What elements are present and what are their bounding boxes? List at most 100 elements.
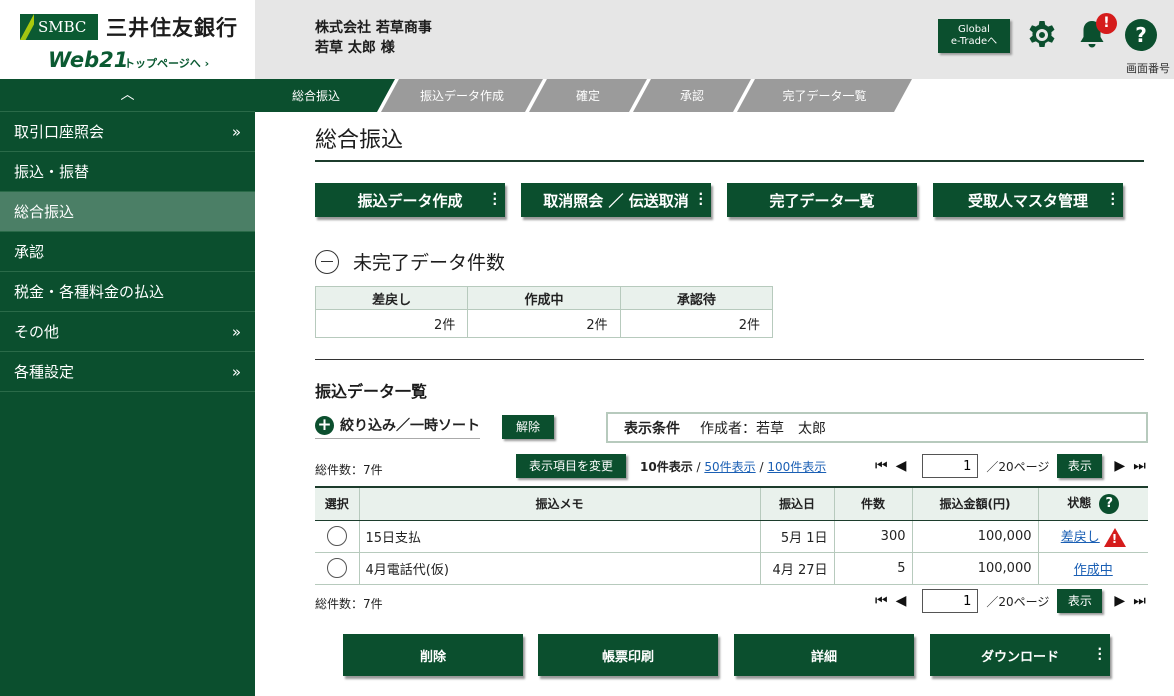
transfer-data-table: 選択 振込メモ 振込日 件数 振込金額(円) 状態? 15日支払 5月 1日 3…: [315, 486, 1148, 585]
global-etrade-button[interactable]: Global e-Tradeへ: [938, 19, 1010, 53]
global-btn-line1: Global: [958, 24, 990, 35]
help-icon[interactable]: ?: [1125, 19, 1157, 51]
page-show-button[interactable]: 表示: [1057, 454, 1103, 478]
sidebar-item-label: その他: [14, 323, 60, 341]
chevron-right-icon: »: [231, 362, 241, 381]
download-button[interactable]: ダウンロード · · ·: [930, 634, 1110, 676]
col-memo: 振込メモ: [358, 486, 760, 521]
status-header-label: 状態: [1067, 495, 1092, 510]
sidebar-item-label: 総合振込: [14, 203, 75, 221]
count-in-progress: 2件: [467, 309, 621, 338]
incomplete-count-table: 差戻し 作成中 承認待 2件 2件 2件: [314, 286, 774, 338]
prev-page-icon[interactable]: ◀: [896, 458, 907, 474]
sidebar-collapse-toggle[interactable]: ︿: [0, 79, 255, 112]
more-icon: · · ·: [492, 187, 497, 211]
help-icon[interactable]: ?: [1099, 493, 1120, 514]
row-radio[interactable]: [326, 558, 347, 578]
sidebar-item-label: 各種設定: [14, 363, 75, 381]
sidebar-item-bulk-transfer[interactable]: 総合振込: [0, 192, 255, 232]
first-page-icon[interactable]: ⏮: [875, 593, 888, 609]
bank-name: 三井住友銀行: [106, 16, 238, 40]
more-icon: · · ·: [698, 187, 703, 211]
chevron-right-icon: »: [231, 322, 241, 341]
divider: [315, 359, 1144, 360]
payee-master-button[interactable]: 受取人マスタ管理 · · ·: [933, 183, 1123, 217]
details-button[interactable]: 詳細: [734, 634, 914, 676]
button-label: ダウンロード: [980, 649, 1059, 665]
status-link[interactable]: 作成中: [1074, 563, 1113, 578]
step-create-data: 振込データ作成: [381, 79, 543, 112]
table-row[interactable]: 4月電話代(仮) 4月 27日 5 100,000 作成中: [315, 552, 1148, 585]
conditions-value: 作成者：若草 太郎: [700, 420, 826, 437]
print-report-button[interactable]: 帳票印刷: [538, 634, 718, 676]
global-btn-line2: e-Tradeへ: [950, 36, 998, 47]
per-page-100-link[interactable]: 100件表示: [767, 460, 826, 474]
more-icon: · · ·: [1110, 187, 1115, 211]
total-count-top: 総件数：7件: [315, 463, 383, 477]
page-number-input[interactable]: [922, 589, 979, 613]
collapse-minus-icon[interactable]: [315, 249, 339, 274]
header-returned: 差戻し: [314, 286, 469, 310]
sidebar-item-approval[interactable]: 承認: [0, 232, 255, 272]
top-page-link[interactable]: トップページへ ›: [124, 55, 209, 71]
prev-page-icon[interactable]: ◀: [896, 593, 907, 609]
page-total: ／20ページ: [986, 594, 1050, 609]
page-title: 総合振込: [315, 128, 404, 153]
step-approve: 承認: [633, 79, 751, 112]
first-page-icon[interactable]: ⏮: [875, 458, 888, 474]
screen-number-label: 画面番号: [1126, 62, 1170, 75]
last-page-icon[interactable]: ⏭: [1133, 458, 1146, 474]
sidebar-item-label: 承認: [14, 243, 45, 261]
pagination-top: ⏮ ◀ ／20ページ 表示 ▶ ⏭: [875, 454, 1154, 478]
next-page-icon[interactable]: ▶: [1114, 593, 1125, 609]
sidebar-item-tax-payment[interactable]: 税金・各種料金の払込: [0, 272, 255, 312]
total-count-bottom: 総件数：7件: [315, 597, 383, 611]
row-radio[interactable]: [326, 526, 347, 546]
sidebar-item-account-inquiry[interactable]: 取引口座照会 »: [0, 112, 255, 152]
page-number-input[interactable]: [922, 454, 979, 478]
sidebar-item-transfer[interactable]: 振込・振替: [0, 152, 255, 192]
page-show-button[interactable]: 表示: [1057, 589, 1103, 613]
button-label: 受取人マスタ管理: [967, 191, 1088, 210]
col-count: 件数: [833, 486, 912, 521]
divider: [315, 160, 1144, 162]
completed-list-button[interactable]: 完了データ一覧: [727, 183, 917, 217]
user-name: 若草 太郎 様: [315, 40, 395, 56]
sidebar-item-settings[interactable]: 各種設定 »: [0, 352, 255, 392]
filter-sort-link[interactable]: + 絞り込み／一時ソート: [315, 415, 480, 439]
main-content: 総合振込 振込データ作成 · · · 取消照会 ／ 伝送取消 · · · 完了データ一覧 受…: [255, 112, 1174, 696]
next-page-icon[interactable]: ▶: [1114, 458, 1125, 474]
separator: /: [692, 460, 705, 474]
status-cell: 作成中: [1037, 552, 1148, 585]
cancel-inquiry-button[interactable]: 取消照会 ／ 伝送取消 · · ·: [521, 183, 711, 217]
count-returned: 2件: [314, 309, 469, 338]
memo-cell: 15日支払: [358, 520, 760, 553]
table-row[interactable]: 15日支払 5月 1日 300 100,000 差戻し: [315, 520, 1148, 553]
conditions-label: 表示条件: [624, 420, 680, 437]
create-transfer-data-button[interactable]: 振込データ作成 · · ·: [315, 183, 505, 217]
step-confirm: 確定: [529, 79, 647, 112]
change-columns-button[interactable]: 表示項目を変更: [516, 454, 626, 478]
per-page-50-link[interactable]: 50件表示: [704, 460, 755, 474]
warning-icon: [1103, 527, 1126, 547]
count-awaiting-approval: 2件: [619, 309, 774, 338]
sidebar-item-label: 振込・振替: [14, 163, 90, 181]
delete-button[interactable]: 削除: [343, 634, 523, 676]
count-cell: 300: [833, 520, 912, 553]
status-link[interactable]: 差戻し: [1061, 530, 1100, 545]
gear-icon[interactable]: [1026, 18, 1058, 52]
incomplete-section-header[interactable]: 未完了データ件数: [315, 248, 505, 275]
separator: /: [755, 460, 768, 474]
sidebar-item-other[interactable]: その他 »: [0, 312, 255, 352]
sidebar-item-label: 税金・各種料金の払込: [14, 283, 165, 301]
user-info: 株式会社 若草商事 若草 太郎 様: [315, 18, 432, 58]
amount-cell: 100,000: [911, 520, 1038, 553]
logo-area[interactable]: SMBC 三井住友銀行 Web21 トップページへ ›: [0, 0, 255, 79]
clear-filter-button[interactable]: 解除: [502, 415, 554, 439]
button-label: 完了データ一覧: [769, 191, 875, 210]
col-status: 状態?: [1037, 486, 1148, 521]
last-page-icon[interactable]: ⏭: [1133, 593, 1146, 609]
button-label: 取消照会 ／ 伝送取消: [543, 191, 689, 210]
step-progress-bar: 総合振込 振込データ作成 確定 承認 完了データ一覧: [255, 79, 1174, 112]
date-cell: 5月 1日: [759, 520, 834, 553]
